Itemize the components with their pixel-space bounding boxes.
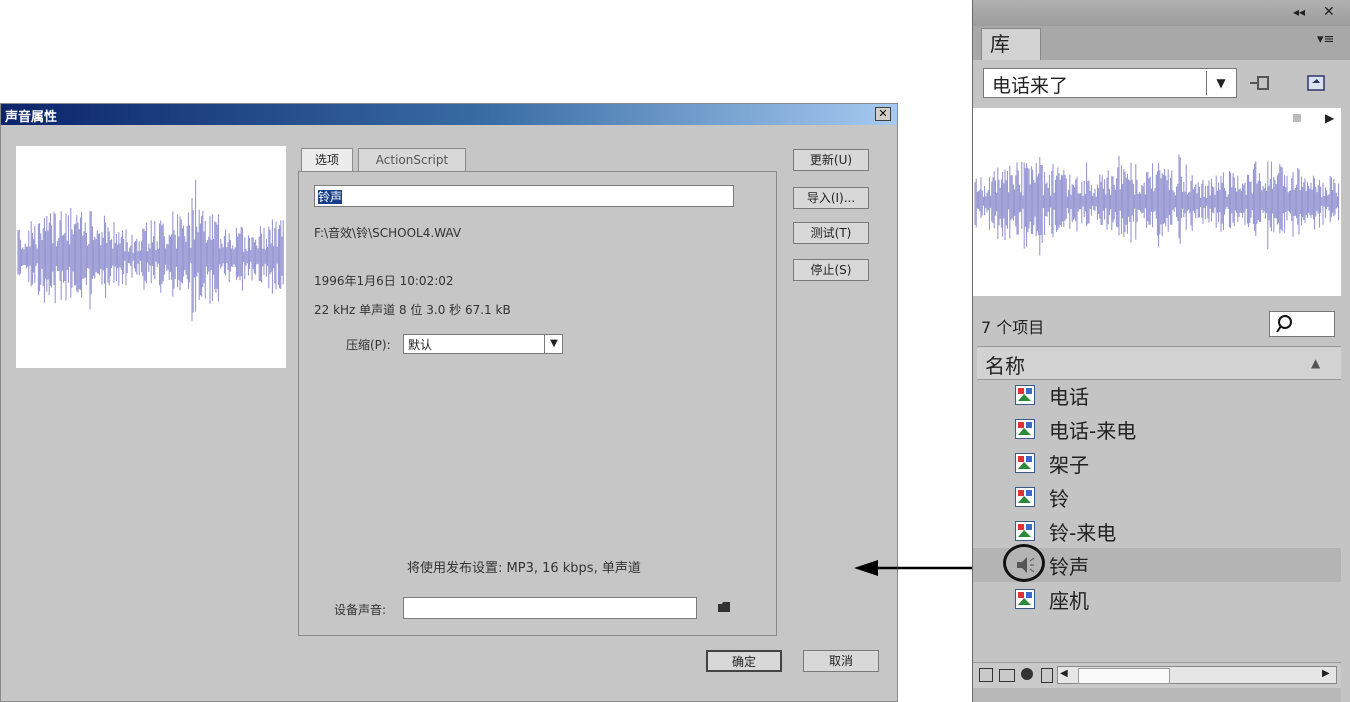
movieclip-icon <box>1015 385 1035 405</box>
panel-tab-row: 库 ▾≡ <box>973 26 1350 60</box>
test-button[interactable]: 测试(T) <box>793 222 869 244</box>
ok-button[interactable]: 确定 <box>706 650 782 672</box>
movieclip-icon <box>1015 487 1035 507</box>
library-item-label: 电话-来电 <box>1049 419 1137 443</box>
sound-name-value: 铃声 <box>318 190 343 204</box>
collapse-icon[interactable]: ◂◂ <box>1293 5 1305 19</box>
close-icon: ✕ <box>878 107 888 120</box>
import-button[interactable]: 导入(I)... <box>793 187 869 209</box>
name-column-header[interactable]: 名称 ▲ <box>977 346 1341 380</box>
options-panel: 铃声 F:\音效\铃\SCHOOL4.WAV 1996年1月6日 10:02:0… <box>298 171 777 636</box>
panel-menu-icon[interactable]: ▾≡ <box>1317 32 1334 47</box>
compression-select[interactable]: 默认 ▼ <box>403 334 563 354</box>
library-item-label: 铃-来电 <box>1049 521 1117 545</box>
waveform-graphic <box>974 154 1340 256</box>
waveform-graphic <box>17 179 284 322</box>
library-item-label: 座机 <box>1049 589 1089 613</box>
dialog-title: 声音属性 <box>5 110 58 125</box>
options-tab-area: 选项 ActionScript 铃声 F:\音效\铃\SCHOOL4.WAV 1… <box>298 148 778 638</box>
document-name: 电话来了 <box>992 75 1069 97</box>
search-icon <box>1276 315 1292 333</box>
library-item-label: 电话 <box>1049 385 1089 409</box>
dropdown-arrow-icon[interactable]: ▼ <box>544 335 563 353</box>
library-item[interactable]: 铃-来电 <box>973 514 1341 548</box>
movieclip-icon <box>1015 589 1035 609</box>
delete-icon[interactable] <box>1041 668 1053 683</box>
tab-library[interactable]: 库 <box>981 28 1041 60</box>
stop-icon[interactable] <box>1293 114 1301 122</box>
sound-properties-dialog: 声音属性 ✕ 选项 ActionScript 铃声 F:\音效\铃\SCHOOL… <box>0 103 898 702</box>
highlight-circle <box>1003 544 1045 582</box>
scrollbar-thumb[interactable] <box>1078 668 1170 684</box>
resize-grip[interactable] <box>973 688 1341 702</box>
item-count: 7 个项目 <box>981 318 1045 337</box>
stop-button[interactable]: 停止(S) <box>793 259 869 281</box>
compression-label: 压缩(P): <box>346 338 391 352</box>
dropdown-arrow-icon[interactable]: ▼ <box>1206 71 1235 95</box>
library-item[interactable]: 铃声 <box>973 544 1341 582</box>
tab-options[interactable]: 选项 <box>301 148 353 172</box>
name-column-label: 名称 <box>985 354 1025 378</box>
library-item[interactable]: 电话-来电 <box>973 412 1341 446</box>
sound-name-input[interactable]: 铃声 <box>314 185 734 207</box>
library-bottom-bar: ◀ ▶ <box>973 662 1341 688</box>
new-library-panel-icon[interactable] <box>1306 74 1328 96</box>
new-symbol-icon[interactable] <box>979 668 993 682</box>
sound-format: 22 kHz 单声道 8 位 3.0 秒 67.1 kB <box>314 303 511 317</box>
tab-actionscript[interactable]: ActionScript <box>358 148 466 172</box>
properties-icon[interactable] <box>1021 668 1033 680</box>
library-item-label: 架子 <box>1049 453 1089 477</box>
file-path: F:\音效\铃\SCHOOL4.WAV <box>314 226 462 240</box>
movieclip-icon <box>1015 453 1035 473</box>
close-panel-icon[interactable]: ✕ <box>1323 4 1335 20</box>
waveform-preview <box>16 146 286 368</box>
movieclip-icon <box>1015 419 1035 439</box>
play-icon[interactable]: ▶ <box>1325 111 1334 125</box>
compression-value: 默认 <box>408 338 433 352</box>
library-item[interactable]: 铃 <box>973 480 1341 514</box>
library-waveform-preview: ▶ <box>973 108 1341 296</box>
horizontal-scrollbar[interactable]: ◀ ▶ <box>1057 666 1337 684</box>
library-item-label: 铃声 <box>1049 555 1089 579</box>
scroll-left-icon[interactable]: ◀ <box>1060 668 1068 679</box>
search-input[interactable] <box>1269 311 1335 337</box>
update-button[interactable]: 更新(U) <box>793 149 869 171</box>
device-sound-label: 设备声音: <box>334 603 387 617</box>
movieclip-icon <box>1015 521 1035 541</box>
pin-icon[interactable] <box>1248 74 1270 96</box>
dialog-titlebar[interactable]: 声音属性 ✕ <box>1 104 897 125</box>
folder-browse-icon[interactable] <box>717 601 731 617</box>
scroll-right-icon[interactable]: ▶ <box>1322 668 1330 679</box>
new-folder-icon[interactable] <box>999 669 1015 682</box>
file-date: 1996年1月6日 10:02:02 <box>314 274 454 288</box>
close-button[interactable]: ✕ <box>875 107 891 121</box>
library-item-label: 铃 <box>1049 487 1069 511</box>
library-item[interactable]: 电话 <box>973 378 1341 412</box>
library-item[interactable]: 座机 <box>973 582 1341 616</box>
cancel-button[interactable]: 取消 <box>803 650 879 672</box>
sort-ascending-icon[interactable]: ▲ <box>1311 356 1320 370</box>
library-item[interactable]: 架子 <box>973 446 1341 480</box>
library-panel: ◂◂ ✕ 库 ▾≡ 电话来了 ▼ ▶ 7 个项目 名称 ▲ 电话电话-来电架子铃… <box>972 0 1350 702</box>
device-sound-input[interactable] <box>403 597 697 619</box>
document-select[interactable]: 电话来了 ▼ <box>983 68 1237 98</box>
publish-settings-note: 将使用发布设置: MP3, 16 kbps, 单声道 <box>407 561 641 576</box>
panel-topbar: ◂◂ ✕ <box>973 0 1350 26</box>
